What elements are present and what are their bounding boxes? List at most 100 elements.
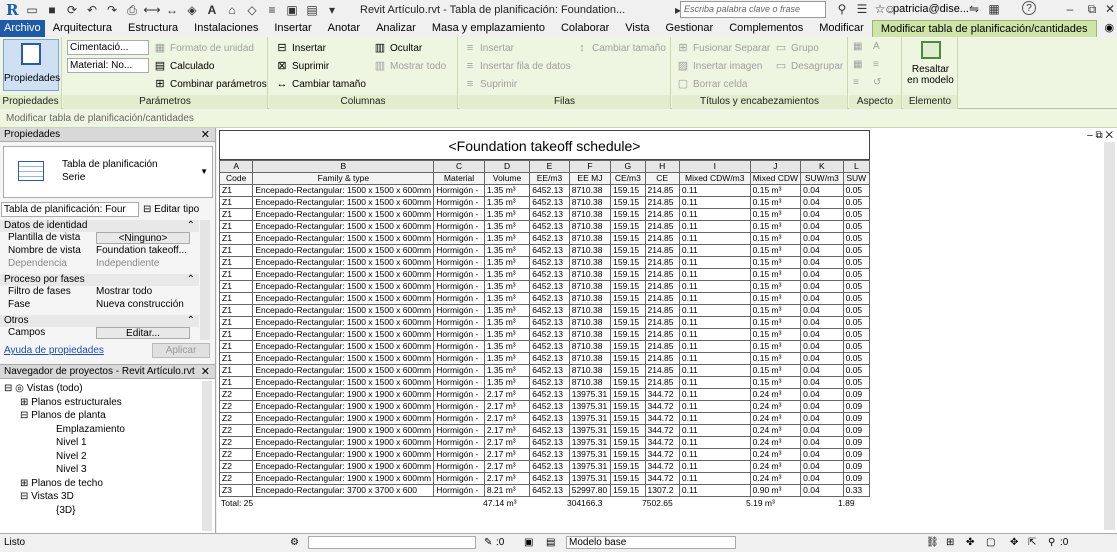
table-cell[interactable]: Encepado-Rectangular: 1500 x 1500 x 600m… [252, 364, 435, 377]
table-row[interactable]: Z1 Encepado-Rectangular: 1500 x 1500 x 60… [218, 244, 871, 257]
table-cell[interactable]: 1.35 m³ [483, 232, 531, 245]
table-cell[interactable]: 159.15 [610, 460, 646, 473]
table-cell[interactable]: 214.85 [644, 280, 680, 293]
table-cell[interactable]: 6452.13 [529, 460, 570, 473]
table-cell[interactable]: 0.15 m³ [749, 184, 802, 197]
table-cell[interactable]: 8710.38 [568, 328, 612, 341]
tree-nivel-1[interactable]: Nivel 1 [56, 436, 87, 449]
table-cell[interactable]: 344.72 [644, 400, 680, 413]
tree-planos-estructurales[interactable]: ⊞ Planos estructurales [20, 396, 122, 409]
table-cell[interactable]: 8710.38 [568, 376, 612, 389]
table-cell[interactable]: 0.04 [800, 412, 844, 425]
instance-selector[interactable]: Tabla de planificación: Four [1, 202, 139, 217]
table-cell[interactable]: 0.04 [800, 316, 844, 329]
column-header[interactable]: Code [218, 172, 254, 185]
table-cell[interactable]: 0.11 [678, 400, 751, 413]
close-icon[interactable]: ✕ [201, 128, 210, 142]
table-cell[interactable]: 6452.13 [529, 400, 570, 413]
table-cell[interactable]: 0.05 [842, 340, 871, 353]
table-cell[interactable]: 0.24 m³ [749, 448, 802, 461]
table-cell[interactable]: 6452.13 [529, 388, 570, 401]
table-cell[interactable]: 0.09 [842, 424, 871, 437]
column-header[interactable]: Mixed CDW [749, 172, 802, 185]
propiedades-button[interactable]: Propiedades [3, 39, 60, 91]
table-cell[interactable]: 1.35 m³ [483, 292, 531, 305]
column-letter[interactable]: I [678, 160, 751, 173]
table-cell[interactable]: 0.11 [678, 244, 751, 257]
select-underlay-icon[interactable]: ⊞ [946, 534, 954, 552]
table-cell[interactable]: 0.11 [678, 484, 751, 497]
close-icon[interactable]: ✕ [1105, 130, 1113, 141]
nombre-field[interactable]: Foundation takeoff... [96, 245, 190, 257]
table-cell[interactable]: 0.11 [678, 220, 751, 233]
redo-icon[interactable]: ↷ [104, 2, 120, 18]
table-cell[interactable]: 0.09 [842, 400, 871, 413]
resaltar-en-modelo-button[interactable]: Resaltar en modelo [905, 39, 956, 93]
column-letter[interactable]: F [568, 160, 612, 173]
desagrupar-button[interactable]: ▭ Desagrupar [774, 59, 843, 73]
table-cell[interactable]: 0.24 m³ [749, 400, 802, 413]
table-cell[interactable]: 0.11 [678, 292, 751, 305]
table-cell[interactable]: 52997.80 [568, 484, 612, 497]
table-cell[interactable]: 1.35 m³ [483, 220, 531, 233]
table-cell[interactable]: 0.11 [678, 364, 751, 377]
table-cell[interactable]: 159.15 [610, 196, 646, 209]
table-cell[interactable]: Encepado-Rectangular: 1500 x 1500 x 600m… [252, 376, 435, 389]
table-cell[interactable]: 0.05 [842, 184, 871, 197]
table-cell[interactable]: 0.11 [678, 208, 751, 221]
table-cell[interactable]: 6452.13 [529, 208, 570, 221]
table-cell[interactable]: Encepado-Rectangular: 1900 x 1900 x 600m… [252, 388, 435, 401]
table-cell[interactable]: 0.05 [842, 256, 871, 269]
table-row[interactable]: Z1 Encepado-Rectangular: 1500 x 1500 x 60… [218, 340, 871, 353]
table-cell[interactable]: Encepado-Rectangular: 1500 x 1500 x 600m… [252, 256, 435, 269]
borrar-celda-button[interactable]: ▢ Borrar celda [676, 77, 748, 91]
tab-anotar[interactable]: Anotar [320, 20, 368, 37]
minimize-icon[interactable]: – [1087, 130, 1093, 141]
table-cell[interactable]: Encepado-Rectangular: 1500 x 1500 x 600m… [252, 328, 435, 341]
table-row[interactable]: Z1 Encepado-Rectangular: 1500 x 1500 x 60… [218, 196, 871, 209]
table-cell[interactable]: Encepado-Rectangular: 1900 x 1900 x 600m… [252, 436, 435, 449]
filter-icon[interactable]: ⚲ [1048, 534, 1055, 552]
column-header[interactable]: CE/m3 [610, 172, 646, 185]
table-cell[interactable]: Hormigón - [433, 280, 485, 293]
campos-edit-button[interactable]: Editar... [96, 327, 190, 339]
table-cell[interactable]: 6452.13 [529, 304, 570, 317]
design-options-icon[interactable]: ▤ [546, 534, 555, 552]
workset-dropdown[interactable] [308, 536, 476, 549]
table-cell[interactable]: 13975.31 [568, 436, 612, 449]
table-cell[interactable]: 0.90 m³ [749, 484, 802, 497]
table-cell[interactable]: 2.17 m³ [483, 388, 531, 401]
tree-3d[interactable]: {3D} [56, 504, 75, 517]
table-cell[interactable]: 0.05 [842, 316, 871, 329]
table-cell[interactable]: 6452.13 [529, 472, 570, 485]
table-cell[interactable]: 0.15 m³ [749, 244, 802, 257]
column-letter[interactable]: J [749, 160, 802, 173]
table-cell[interactable]: 0.24 m³ [749, 460, 802, 473]
table-row[interactable]: Z1 Encepado-Rectangular: 1500 x 1500 x 60… [218, 364, 871, 377]
table-cell[interactable]: 0.24 m³ [749, 472, 802, 485]
binoculars-icon[interactable]: ⚲ [834, 1, 850, 17]
table-cell[interactable]: Encepado-Rectangular: 1500 x 1500 x 600m… [252, 220, 435, 233]
table-cell[interactable]: Encepado-Rectangular: 1500 x 1500 x 600m… [252, 208, 435, 221]
user-name[interactable]: patricia@dise... [893, 3, 969, 15]
table-cell[interactable]: Z1 [218, 220, 254, 233]
table-cell[interactable]: Z1 [218, 304, 254, 317]
table-cell[interactable]: 8710.38 [568, 340, 612, 353]
table-cell[interactable]: 159.15 [610, 220, 646, 233]
table-cell[interactable]: Z1 [218, 376, 254, 389]
table-cell[interactable]: 159.15 [610, 244, 646, 257]
table-cell[interactable]: 0.04 [800, 400, 844, 413]
table-cell[interactable]: 8710.38 [568, 184, 612, 197]
table-cell[interactable]: 1.35 m³ [483, 244, 531, 257]
table-row[interactable]: Z1 Encepado-Rectangular: 1500 x 1500 x 60… [218, 376, 871, 389]
table-row[interactable]: Z1 Encepado-Rectangular: 1500 x 1500 x 60… [218, 220, 871, 233]
table-cell[interactable]: 6452.13 [529, 376, 570, 389]
table-cell[interactable]: 2.17 m³ [483, 448, 531, 461]
table-cell[interactable]: 344.72 [644, 436, 680, 449]
table-cell[interactable]: 0.11 [678, 388, 751, 401]
table-row[interactable]: Z1 Encepado-Rectangular: 1500 x 1500 x 60… [218, 208, 871, 221]
table-cell[interactable]: 6452.13 [529, 364, 570, 377]
table-cell[interactable]: 0.04 [800, 244, 844, 257]
table-cell[interactable]: 344.72 [644, 424, 680, 437]
table-cell[interactable]: Z1 [218, 184, 254, 197]
